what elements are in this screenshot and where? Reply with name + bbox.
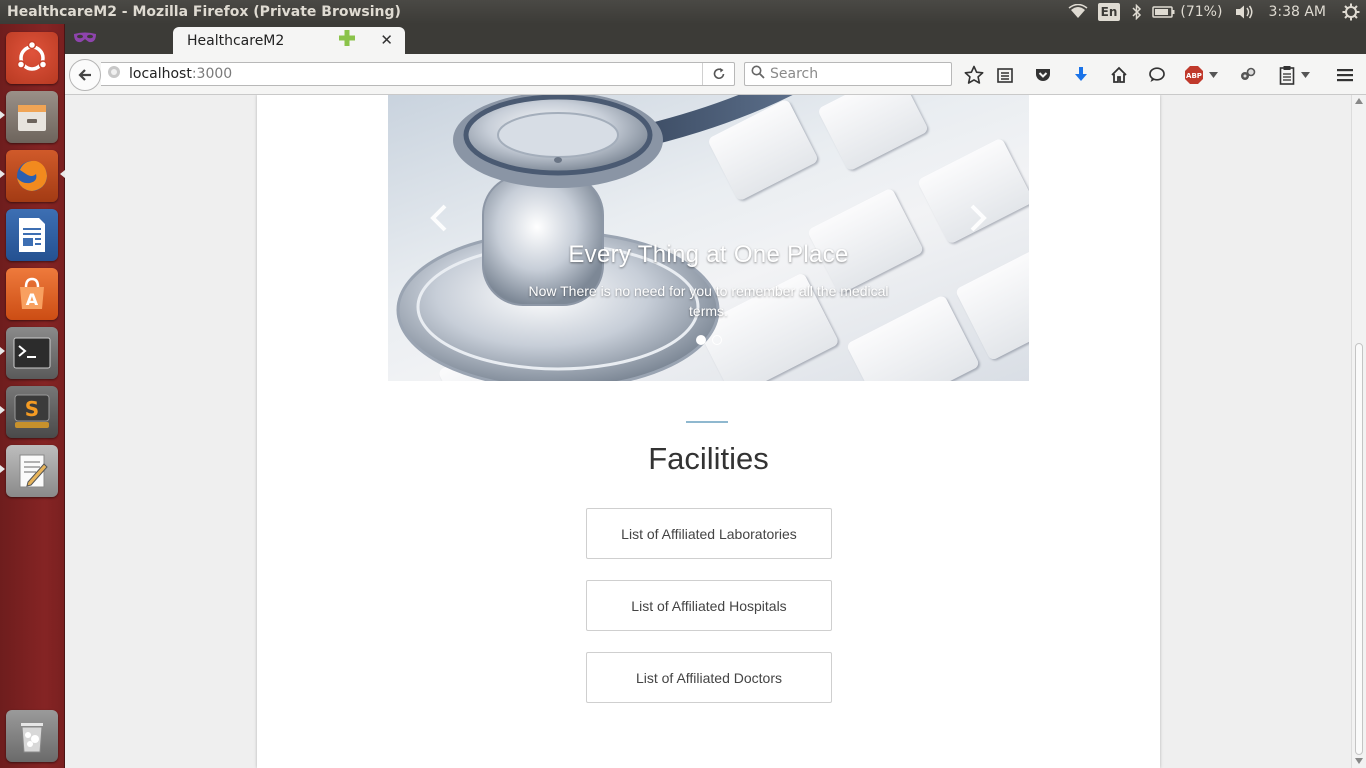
navigation-toolbar: localhost:3000 Search ABP [65,54,1366,95]
chat-bubble-icon[interactable] [1146,64,1168,86]
scrollbar-thumb[interactable] [1355,343,1363,755]
carousel-next-chevron-icon[interactable] [963,203,993,233]
hamburger-menu-icon[interactable] [1334,64,1356,86]
running-indicator [0,111,5,119]
scroll-up-arrow-icon[interactable] [1355,98,1363,104]
page-scrollbar[interactable] [1351,95,1366,768]
running-indicator [0,170,5,178]
carousel-slide-text: Now There is no need for you to remember… [528,283,889,319]
adblock-plus-icon[interactable]: ABP [1183,64,1205,86]
clock[interactable]: 3:38 AM [1268,0,1326,24]
gear-icon[interactable] [1342,0,1360,24]
battery-icon[interactable] [1152,0,1176,24]
section-divider [686,421,728,423]
running-indicator [0,465,5,473]
trash-icon[interactable] [6,710,58,762]
home-icon[interactable] [1108,64,1130,86]
back-arrow-icon [78,69,91,81]
url-host: localhost [129,66,192,82]
bookmarks-menu-icon[interactable] [994,64,1016,86]
carousel-slide-title: Every Thing at One Place [568,241,849,268]
tab-bar: HealthcareM2 ✕ [65,24,1366,54]
tab-close-icon[interactable]: ✕ [380,31,393,49]
wifi-icon[interactable] [1068,0,1088,24]
battery-percentage: (71%) [1180,4,1223,20]
affiliated-laboratories-button[interactable]: List of Affiliated Laboratories [586,508,832,559]
running-indicator [0,347,5,355]
affiliated-doctors-button[interactable]: List of Affiliated Doctors [586,652,832,703]
window-title: HealthcareM2 - Mozilla Firefox (Private … [7,4,401,20]
svg-text:A: A [26,290,39,309]
tab-title: HealthcareM2 [187,32,285,49]
hero-carousel: Every Thing at One Place Now There is no… [388,95,1029,381]
new-tab-plus-icon[interactable] [339,30,355,50]
clipboard-icon[interactable] [1276,64,1298,86]
search-icon [751,65,765,83]
search-placeholder: Search [770,66,819,82]
terminal-icon[interactable] [6,327,58,379]
launcher: A S [0,24,65,768]
bluetooth-icon[interactable] [1132,0,1142,24]
page-container: Every Thing at One Place Now There is no… [257,95,1160,768]
carousel-indicator-dot[interactable] [695,335,706,345]
affiliated-hospitals-button[interactable]: List of Affiliated Hospitals [586,580,832,631]
top-panel: HealthcareM2 - Mozilla Firefox (Private … [0,0,1366,24]
keyboard-language-indicator[interactable]: En [1097,3,1121,21]
section-title: Facilities [648,441,769,476]
ubuntu-software-center-icon[interactable]: A [6,268,58,320]
bookmark-star-icon[interactable] [963,64,985,86]
tab-healthcarem2[interactable]: HealthcareM2 ✕ [173,27,405,54]
url-port: :3000 [191,66,233,82]
scroll-down-arrow-icon[interactable] [1355,758,1363,764]
private-browsing-mask-icon [73,30,97,50]
firefox-icon[interactable] [6,150,58,202]
sublime-text-icon[interactable]: S [6,386,58,438]
carousel-prev-chevron-icon[interactable] [424,203,454,233]
search-bar[interactable]: Search [744,62,952,86]
back-button[interactable] [69,59,101,91]
carousel-indicator-dot[interactable] [711,335,722,345]
svg-text:S: S [25,397,39,421]
carousel-indicators [388,335,1029,345]
pocket-icon[interactable] [1032,64,1054,86]
text-editor-icon[interactable] [6,445,58,497]
downloads-icon[interactable] [1070,64,1092,86]
svg-text:ABP: ABP [1186,72,1202,80]
reload-icon[interactable] [702,63,734,85]
ubuntu-dash-icon[interactable] [6,32,58,84]
volume-icon[interactable] [1234,0,1254,24]
page-viewport: Every Thing at One Place Now There is no… [65,95,1351,768]
site-identity-globe-icon[interactable] [107,65,121,83]
files-icon[interactable] [6,91,58,143]
libreoffice-writer-icon[interactable] [6,209,58,261]
url-bar[interactable]: localhost:3000 [101,62,735,86]
extension-icon[interactable] [1237,64,1259,86]
clipboard-dropdown-icon[interactable] [1299,64,1311,86]
carousel-caption: Every Thing at One Place Now There is no… [388,241,1029,321]
running-indicator [0,406,5,414]
indicator-area: En (71%) 3:38 AM [1068,0,1366,24]
adblock-dropdown-icon[interactable] [1207,64,1219,86]
